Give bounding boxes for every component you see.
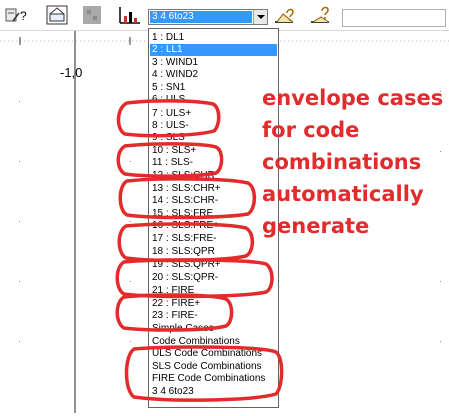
axis-value-label: -1,0 <box>60 65 83 80</box>
annotation-line: generate <box>262 214 370 238</box>
load-case-up-button[interactable] <box>272 4 300 26</box>
annotation-line: for code <box>262 118 360 142</box>
dropdown-item[interactable]: 6 : ULS <box>150 94 277 106</box>
dropdown-item[interactable]: 2 : LL1 <box>150 44 277 56</box>
dropdown-item[interactable]: 13 : SLS:CHR+ <box>150 183 277 195</box>
dropdown-item[interactable]: 20 : SLS:QPR- <box>150 272 277 284</box>
annotation-line: combinations <box>262 150 422 174</box>
toolbar-text-field[interactable] <box>342 9 446 27</box>
dropdown-item[interactable]: 15 : SLS:FRE <box>150 208 277 220</box>
load-case-down-icon <box>311 6 330 23</box>
load-chart-icon <box>119 7 140 24</box>
dropdown-item[interactable]: 18 : SLS:QPR <box>150 246 277 258</box>
dropdown-item[interactable]: 12 : SLS:CHR <box>150 170 277 182</box>
annotation-line: envelope cases <box>262 86 444 110</box>
svg-text:?: ? <box>20 9 27 23</box>
frame-view-button[interactable] <box>44 4 70 26</box>
load-case-up-icon <box>275 8 294 23</box>
frame-view-icon <box>46 5 68 25</box>
dropdown-item[interactable]: 16 : SLS:FRE+ <box>150 220 277 232</box>
dropdown-item[interactable]: Simple Cases <box>150 323 277 335</box>
dropdown-item[interactable]: 1 : DL1 <box>150 32 277 44</box>
dropdown-item[interactable]: FIRE Code Combinations <box>150 373 277 385</box>
annotation-line: automatically <box>262 182 424 206</box>
load-case-down-button[interactable] <box>308 4 336 26</box>
dropdown-item[interactable]: 23 : FIRE- <box>150 310 277 322</box>
disabled-grid-icon <box>83 6 101 24</box>
dropdown-item[interactable]: 22 : FIRE+ <box>150 298 277 310</box>
dropdown-item[interactable]: 14 : SLS:CHR- <box>150 195 277 207</box>
dropdown-item[interactable]: 3 4 6to23 <box>150 386 277 398</box>
dropdown-item[interactable]: 3 : WIND1 <box>150 57 277 69</box>
dropdown-item[interactable]: 9 : SLS <box>150 132 277 144</box>
load-case-dropdown-list[interactable]: 1 : DL1 2 : LL1 3 : WIND1 4 : WIND2 5 : SN1 6… <box>148 28 279 408</box>
dropdown-item[interactable]: 8 : ULS- <box>150 120 277 132</box>
dropdown-item[interactable]: 17 : SLS:FRE- <box>150 233 277 245</box>
dropdown-item[interactable]: ULS Code Combinations <box>150 348 277 360</box>
dropdown-item[interactable]: 19 : SLS:QPR+ <box>150 259 277 271</box>
dropdown-item[interactable]: 4 : WIND2 <box>150 69 277 81</box>
combo-selected-value: 3 4 6to23 <box>150 11 252 23</box>
dropdown-item[interactable]: 5 : SN1 <box>150 82 277 94</box>
load-case-combo[interactable]: 3 4 6to23 <box>148 9 268 25</box>
dropdown-item[interactable]: SLS Code Combinations <box>150 361 277 373</box>
load-chart-button[interactable] <box>116 4 142 26</box>
calculator-help-icon: ? <box>5 8 27 23</box>
dropdown-item[interactable]: Code Combinations <box>150 336 277 348</box>
dropdown-item[interactable]: 10 : SLS+ <box>150 145 277 157</box>
dropdown-item[interactable]: 11 : SLS- <box>150 157 277 169</box>
dropdown-item[interactable]: 21 : FIRE <box>150 285 277 297</box>
calculator-help-button[interactable]: ? <box>4 4 34 26</box>
disabled-grid-button[interactable] <box>80 4 104 26</box>
annotation-text: envelope cases for code combinations automa… <box>262 82 447 242</box>
toolbar: ? 3 4 6to23 <box>0 0 449 31</box>
dropdown-item[interactable]: 7 : ULS+ <box>150 108 277 120</box>
combo-dropdown-arrow-icon[interactable] <box>253 10 267 24</box>
